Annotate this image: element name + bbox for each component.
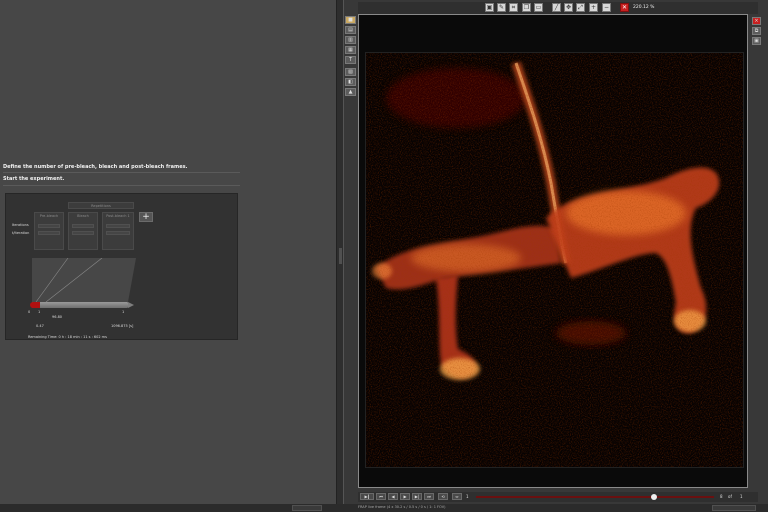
divider (3, 172, 240, 173)
total-time-value: 1096.875 [s] (111, 324, 134, 328)
phase-post-bleach-1[interactable]: Post-bleach 1 (102, 212, 134, 250)
instruction-start-experiment: Start the experiment. (3, 176, 65, 182)
lut-icon[interactable]: ◧ (345, 78, 356, 86)
region-icon[interactable]: ▭ (534, 3, 543, 12)
overlay-icon[interactable]: ▥ (345, 36, 356, 44)
color-icon[interactable]: ■ (345, 16, 356, 24)
zoom-in-icon[interactable]: + (589, 3, 598, 12)
status-slot (292, 505, 322, 511)
iterations-label: Iterations (12, 223, 29, 227)
phase-label: Pre-bleach (39, 214, 59, 218)
experiment-panel: Define the number of pre-bleach, bleach … (0, 0, 336, 512)
t-iteration-label: t/iteration (12, 231, 30, 235)
prev-frame-icon[interactable]: ◀ (388, 493, 398, 500)
phase-bleach[interactable]: Bleach (68, 212, 98, 250)
add-phase-button[interactable]: + (139, 212, 153, 222)
bleach-marker[interactable] (30, 302, 40, 308)
t-iteration-input[interactable] (72, 231, 94, 235)
iterations-input[interactable] (38, 224, 60, 228)
phase-label: Post-bleach 1 (106, 214, 130, 218)
frame-of: of (728, 494, 732, 499)
phase-pre-bleach[interactable]: Pre-bleach (34, 212, 64, 250)
iterations-input[interactable] (106, 224, 130, 228)
channel-icon[interactable]: ▤ (345, 26, 356, 34)
viewer-toolbar: ▣ ✎ ⌗ ❐ ▭ ╱ ✥ ⤢ + − ✕ 220.12 % (358, 2, 758, 14)
microscopy-image[interactable] (365, 52, 744, 468)
frame-total: 1 (740, 494, 743, 499)
repetitions-field[interactable]: Repetitions (68, 202, 134, 209)
time-value: 0.47 (36, 324, 44, 328)
histogram-icon[interactable]: ▧ (345, 68, 356, 76)
image-viewer: ▣ ✎ ⌗ ❐ ▭ ╱ ✥ ⤢ + − ✕ 220.12 % ■ ▤ ▥ ▦ T… (344, 0, 768, 512)
repetitions-label: Repetitions (91, 204, 111, 208)
splitter-handle[interactable] (339, 248, 342, 264)
copy-icon[interactable]: ❐ (522, 3, 531, 12)
frap-timeline-widget: Repetitions Pre-bleach Bleach Post-bleac… (5, 193, 238, 340)
snapshot-icon[interactable]: ▣ (752, 37, 761, 45)
phase-label: Bleach (77, 214, 89, 218)
tick-label: 1 (122, 310, 125, 314)
image-frame (358, 14, 748, 488)
settings-icon[interactable]: ▦ (345, 46, 356, 54)
range-icon[interactable]: ⇔ (452, 493, 462, 500)
detach-icon[interactable]: ⧉ (752, 27, 761, 35)
frame-slider[interactable] (476, 496, 714, 498)
zoom-level: 220.12 % (633, 5, 655, 10)
scale-icon[interactable]: ▲ (345, 88, 356, 96)
ruler-icon[interactable]: ╱ (552, 3, 561, 12)
info-icon[interactable]: T (345, 56, 356, 64)
last-frame-icon[interactable]: ⏭ (424, 493, 434, 500)
tick-label: 96.80 (52, 315, 63, 319)
playback-controls: ▶‖ ⏮ ◀ ▶ ▶| ⏭ ⟲ ⇔ 1 8 of 1 (358, 492, 758, 502)
remaining-time: Remaining Time: 0 h : 18 min : 11 s : 60… (28, 335, 107, 339)
select-icon[interactable]: ▣ (485, 3, 494, 12)
crop-icon[interactable]: ⌗ (509, 3, 518, 12)
timeline-projection (32, 258, 136, 302)
frame-start: 1 (466, 494, 469, 499)
plus-icon: + (142, 212, 150, 222)
timeline-arrow (128, 302, 134, 308)
first-frame-icon[interactable]: ⏮ (376, 493, 386, 500)
tick-label: 0 (28, 310, 31, 314)
status-slot (712, 505, 756, 511)
loop-icon[interactable]: ⟲ (438, 493, 448, 500)
instruction-define-frames: Define the number of pre-bleach, bleach … (3, 164, 188, 170)
panel-splitter[interactable] (336, 0, 344, 512)
zoom-reset-icon[interactable]: ✕ (620, 3, 629, 12)
zoom-out-icon[interactable]: − (602, 3, 611, 12)
status-text: FRAP live frame (4 x 30.2 s / 0.5 s / 0 … (358, 505, 446, 509)
frame-current: 8 (720, 494, 723, 499)
play-icon[interactable]: ▶ (400, 493, 410, 500)
t-iteration-input[interactable] (38, 231, 60, 235)
t-iteration-input[interactable] (106, 231, 130, 235)
iterations-input[interactable] (72, 224, 94, 228)
pan-icon[interactable]: ✎ (497, 3, 506, 12)
next-frame-icon[interactable]: ▶| (412, 493, 422, 500)
timeline-bar (32, 302, 128, 308)
tick-label: 1 (38, 310, 41, 314)
fps-icon[interactable]: ▶‖ (360, 493, 374, 500)
status-bar: FRAP live frame (4 x 30.2 s / 0.5 s / 0 … (0, 504, 768, 512)
fit-icon[interactable]: ⤢ (576, 3, 585, 12)
frame-slider-handle[interactable] (651, 494, 657, 500)
close-icon[interactable]: × (752, 17, 761, 25)
move-icon[interactable]: ✥ (564, 3, 573, 12)
divider (3, 185, 240, 186)
